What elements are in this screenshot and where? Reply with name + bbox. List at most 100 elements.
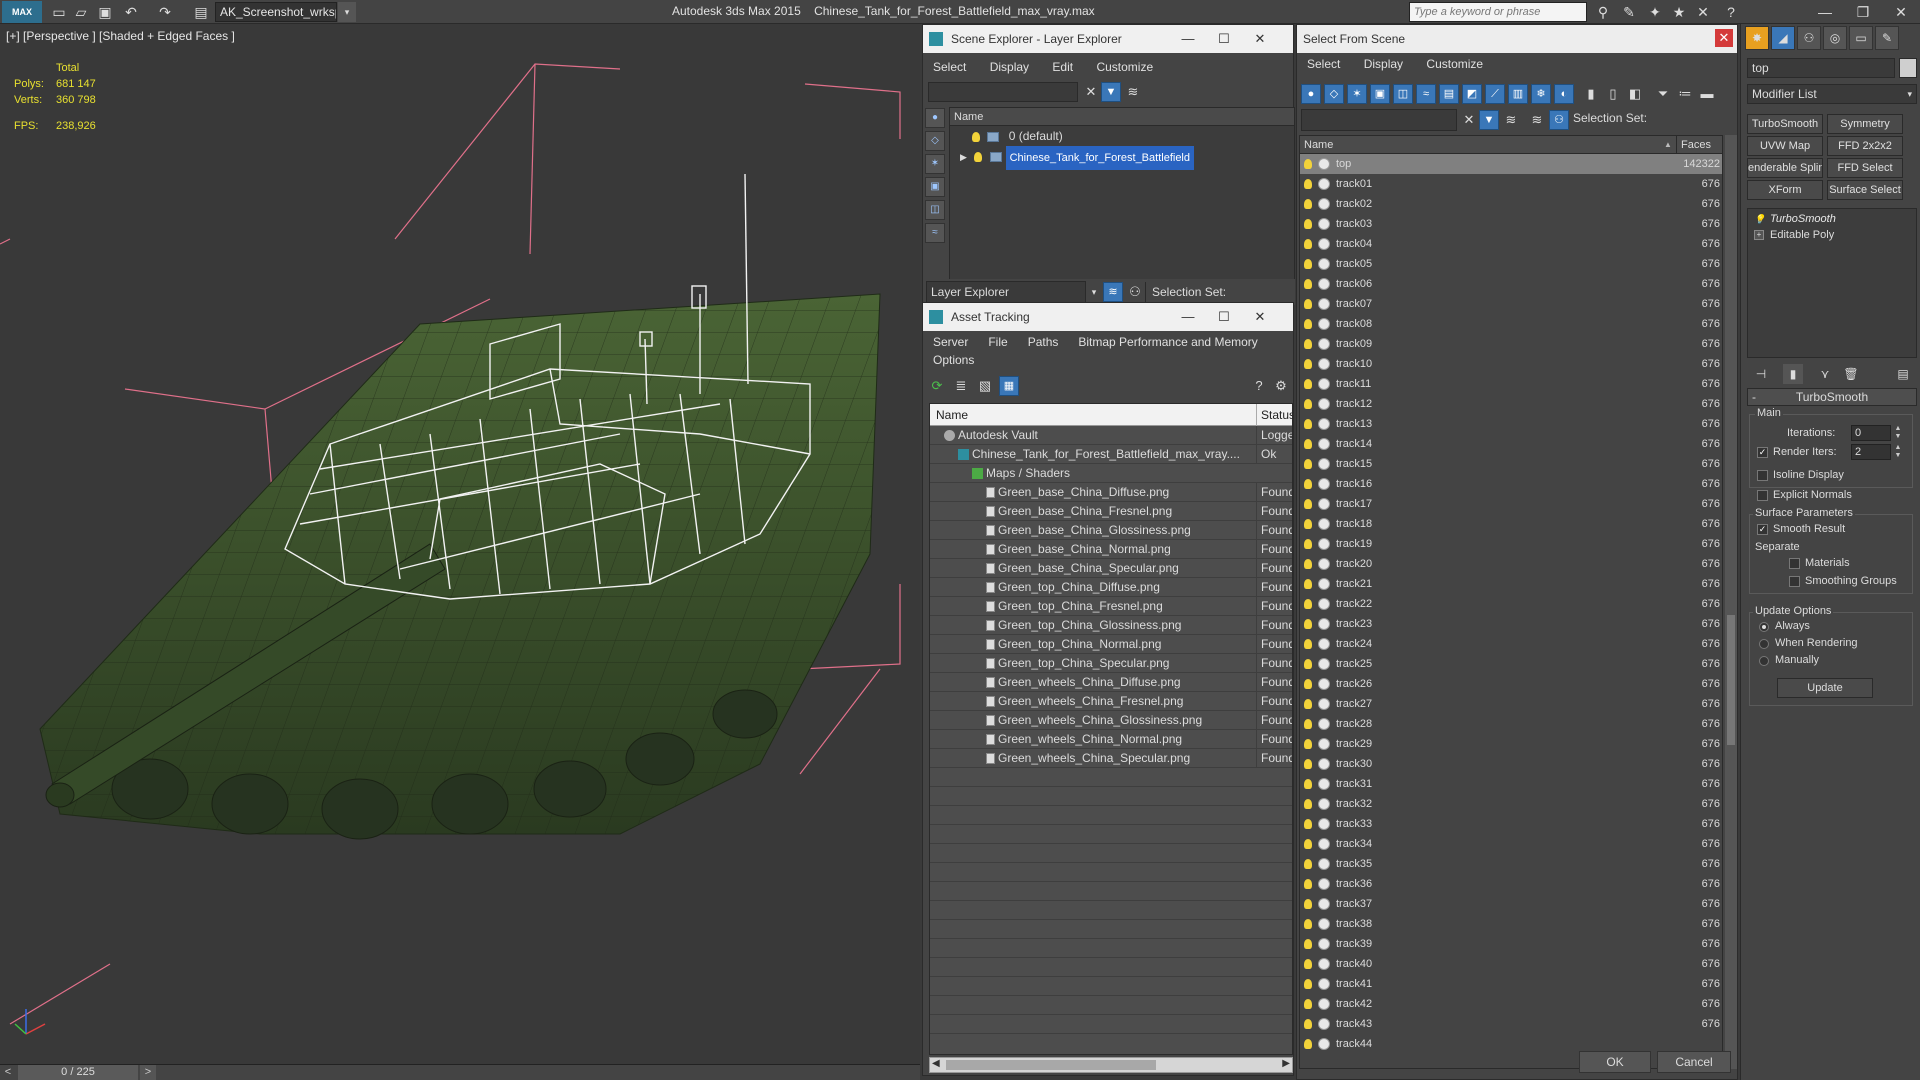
object-row[interactable]: track11 676: [1300, 374, 1722, 394]
object-row[interactable]: track01 676: [1300, 174, 1722, 194]
object-row[interactable]: track32 676: [1300, 794, 1722, 814]
bulb-icon[interactable]: [1304, 419, 1312, 429]
bulb-icon[interactable]: [1304, 519, 1312, 529]
project-folder-icon[interactable]: ▤: [192, 3, 210, 21]
bulb-icon[interactable]: [1304, 919, 1312, 929]
scene-explorer-search-input[interactable]: [928, 82, 1078, 102]
bulb-icon[interactable]: [1304, 359, 1312, 369]
smoothing-groups-checkbox[interactable]: [1789, 576, 1800, 587]
redo-icon[interactable]: ↷: [156, 3, 174, 21]
display-groups-icon[interactable]: ▤: [1439, 84, 1459, 104]
asset-row[interactable]: Green_top_China_Normal.png Found: [930, 635, 1292, 654]
object-row[interactable]: track25 676: [1300, 654, 1722, 674]
update-manually-radio[interactable]: [1759, 656, 1769, 666]
show-end-result-icon[interactable]: ▮: [1783, 364, 1803, 384]
ss-menu-select[interactable]: Select: [1297, 53, 1350, 75]
create-tab-icon[interactable]: ✸: [1745, 26, 1769, 50]
bulb-icon[interactable]: [1304, 539, 1312, 549]
hierarchy-tab-icon[interactable]: ⚇: [1797, 26, 1821, 50]
scroll-left-icon[interactable]: ◀: [932, 1058, 940, 1069]
bulb-icon[interactable]: [1304, 859, 1312, 869]
bulb-icon[interactable]: [1304, 819, 1312, 829]
motion-tab-icon[interactable]: ◎: [1823, 26, 1847, 50]
display-shapes-icon[interactable]: ◇: [925, 131, 945, 151]
scene-explorer-minimize-icon[interactable]: —: [1175, 28, 1201, 50]
clear-search-icon[interactable]: ✕: [1459, 110, 1479, 130]
bulb-icon[interactable]: [1304, 639, 1312, 649]
object-name-field[interactable]: top: [1747, 58, 1895, 78]
display-helpers-icon[interactable]: ◫: [1393, 84, 1413, 104]
object-row[interactable]: track14 676: [1300, 434, 1722, 454]
asset-row[interactable]: Green_base_China_Glossiness.png Found: [930, 521, 1292, 540]
object-row[interactable]: track31 676: [1300, 774, 1722, 794]
settings-icon[interactable]: ⚙: [1271, 376, 1291, 396]
make-unique-icon[interactable]: ⋎: [1815, 364, 1835, 384]
time-slider[interactable]: < 0 / 225 >: [0, 1064, 920, 1080]
bulb-icon[interactable]: [972, 131, 980, 142]
bulb-icon[interactable]: [1304, 979, 1312, 989]
sort-layers-icon[interactable]: ≋: [1527, 110, 1547, 130]
collapse-minus-icon[interactable]: -: [1752, 389, 1756, 405]
bulb-icon[interactable]: [1304, 319, 1312, 329]
bulb-icon[interactable]: [1304, 439, 1312, 449]
asset-row[interactable]: Green_wheels_China_Fresnel.png Found: [930, 692, 1292, 711]
perspective-viewport[interactable]: [+] [Perspective ] [Shaded + Edged Faces…: [0, 24, 920, 1064]
smooth-result-checkbox[interactable]: ✓: [1757, 524, 1768, 535]
object-row[interactable]: track17 676: [1300, 494, 1722, 514]
scroll-thumb[interactable]: [1727, 615, 1735, 745]
modifier-list-dropdown[interactable]: Modifier List ▾: [1747, 84, 1917, 104]
bulb-icon[interactable]: [1304, 279, 1312, 289]
spinner-arrows-icon[interactable]: ▲ ▼: [1893, 444, 1903, 460]
bulb-icon[interactable]: [1304, 179, 1312, 189]
hierarchy-mode-icon[interactable]: ⚇: [1549, 110, 1569, 130]
isoline-display-checkbox[interactable]: [1757, 470, 1768, 481]
asset-column-status[interactable]: Status: [1256, 404, 1292, 426]
bulb-icon[interactable]: [1304, 219, 1312, 229]
minimize-icon[interactable]: —: [1806, 0, 1844, 24]
materials-checkbox[interactable]: [1789, 558, 1800, 569]
object-row[interactable]: track24 676: [1300, 634, 1722, 654]
bulb-icon[interactable]: [1304, 779, 1312, 789]
asset-row[interactable]: Green_base_China_Specular.png Found: [930, 559, 1292, 578]
utilities-tab-icon[interactable]: ✎: [1875, 26, 1899, 50]
bulb-icon[interactable]: [1304, 679, 1312, 689]
list-view-icon[interactable]: ≣: [951, 376, 971, 396]
object-row[interactable]: track39 676: [1300, 934, 1722, 954]
bulb-icon[interactable]: [1304, 339, 1312, 349]
se-menu-display[interactable]: Display: [980, 56, 1039, 78]
asset-tracking-titlebar[interactable]: Asset Tracking — ☐ ✕: [923, 303, 1293, 331]
display-helpers-icon[interactable]: ◫: [925, 200, 945, 220]
clear-search-icon[interactable]: ✕: [1081, 82, 1101, 102]
scroll-right-icon[interactable]: ▶: [1282, 1058, 1290, 1069]
se-menu-select[interactable]: Select: [923, 56, 976, 78]
asset-row[interactable]: Chinese_Tank_for_Forest_Battlefield_max_…: [930, 445, 1292, 464]
stack-item-turbosmooth[interactable]: 💡 TurboSmooth: [1748, 211, 1916, 227]
bulb-icon[interactable]: [1304, 999, 1312, 1009]
display-invert-icon[interactable]: ◧: [1625, 84, 1645, 104]
update-when-rendering-radio[interactable]: [1759, 639, 1769, 649]
object-row[interactable]: track03 676: [1300, 214, 1722, 234]
display-xrefs-icon[interactable]: ◩: [1462, 84, 1482, 104]
asset-row[interactable]: Green_base_China_Fresnel.png Found: [930, 502, 1292, 521]
layer-tools-icon[interactable]: ≋: [1501, 110, 1521, 130]
object-row[interactable]: track40 676: [1300, 954, 1722, 974]
explicit-normals-checkbox[interactable]: [1757, 490, 1768, 501]
help-icon[interactable]: ?: [1249, 376, 1269, 396]
remove-modifier-icon[interactable]: 🗑: [1841, 364, 1861, 384]
undo-icon[interactable]: ↶: [122, 3, 140, 21]
time-prev-button[interactable]: <: [0, 1065, 16, 1080]
asset-row[interactable]: Green_wheels_China_Specular.png Found: [930, 749, 1292, 768]
object-row[interactable]: track04 676: [1300, 234, 1722, 254]
time-next-button[interactable]: >: [140, 1065, 156, 1080]
bulb-icon[interactable]: [1304, 599, 1312, 609]
bulb-icon[interactable]: [1304, 159, 1312, 169]
object-color-swatch[interactable]: [1899, 58, 1917, 78]
save-icon[interactable]: ▣: [96, 3, 114, 21]
object-row[interactable]: track19 676: [1300, 534, 1722, 554]
modifier-button-turbosmooth[interactable]: TurboSmooth: [1747, 114, 1823, 134]
scroll-thumb[interactable]: [946, 1060, 1156, 1070]
ss-menu-display[interactable]: Display: [1354, 53, 1413, 75]
app-logo[interactable]: MAX: [2, 1, 42, 23]
new-file-icon[interactable]: ▭: [50, 3, 68, 21]
ss-menu-customize[interactable]: Customize: [1416, 53, 1493, 75]
